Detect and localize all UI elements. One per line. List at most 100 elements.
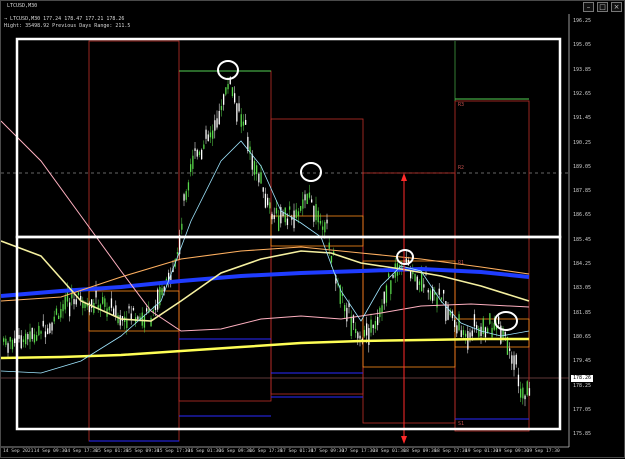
pivot-label: R3 — [458, 102, 465, 108]
candle-body — [416, 276, 418, 290]
candle-body — [205, 129, 207, 139]
candle-body — [520, 388, 522, 398]
candle-body — [390, 280, 392, 295]
candle-body — [460, 330, 462, 337]
price-tick-label: 190.25 — [573, 139, 592, 146]
price-tick-label: 196.25 — [573, 18, 592, 24]
candle-body — [308, 192, 311, 198]
candle-body — [33, 334, 36, 343]
candle-body — [317, 210, 319, 223]
candle-body — [429, 290, 432, 300]
candle-body — [207, 134, 209, 142]
candle-body — [146, 308, 148, 312]
price-tick-label: 175.85 — [573, 431, 592, 438]
time-tick-label: 18 Sep 09:30 — [403, 449, 437, 454]
candle-body — [3, 338, 5, 342]
upper-range-rectangle[interactable] — [15, 37, 562, 239]
candle-body — [137, 316, 139, 320]
candle-body — [414, 273, 416, 282]
candle-body — [51, 322, 53, 331]
candle-body — [267, 197, 269, 206]
candle-body — [93, 302, 95, 313]
candle-body — [478, 328, 480, 337]
candle-body — [216, 118, 218, 128]
candle-body — [236, 103, 238, 122]
candle-body — [297, 211, 300, 217]
candle-body — [198, 151, 201, 156]
candle-body — [7, 343, 9, 353]
time-tick-label: 19 Sep 09:30 — [495, 449, 529, 454]
candle-body — [359, 335, 361, 339]
candle-body — [75, 299, 77, 305]
price-tick-label: 185.45 — [573, 236, 592, 243]
candle-body — [62, 304, 64, 312]
candle-body — [284, 207, 286, 223]
candle-body — [185, 191, 187, 200]
candle-body — [53, 316, 55, 322]
candle-body — [214, 120, 216, 131]
candle-body — [110, 298, 113, 308]
current-price-tag: 178.26 — [571, 375, 593, 382]
price-chart[interactable] — [1, 1, 625, 459]
candle-body — [18, 335, 20, 339]
candle-body — [113, 308, 115, 316]
price-tick-label: 177.05 — [573, 406, 592, 413]
peak-circle[interactable] — [217, 60, 239, 80]
candle-body — [157, 289, 159, 310]
candle-body — [225, 87, 227, 95]
candle-body — [201, 149, 203, 160]
candle-body — [231, 87, 234, 97]
candle-body — [436, 297, 438, 308]
candle-body — [509, 348, 511, 351]
candle-body — [491, 327, 493, 338]
candle-body — [44, 331, 47, 338]
candle-body — [357, 332, 359, 339]
time-tick-label: 17 Sep 09:30 — [311, 449, 345, 454]
candle-body — [212, 130, 214, 139]
candle-body — [447, 304, 449, 320]
candle-body — [388, 273, 390, 277]
candle-body — [528, 388, 531, 396]
time-tick-label: 19 Sep 17:30 — [526, 449, 560, 454]
candle-body — [181, 223, 183, 230]
candle-body — [374, 321, 377, 329]
candle-body — [64, 296, 66, 310]
candle-body — [119, 315, 121, 326]
candle-body — [108, 306, 110, 311]
candle-body — [330, 255, 333, 263]
ma-yellow-line — [1, 337, 529, 360]
candle-body — [363, 329, 366, 337]
candle-body — [69, 302, 71, 317]
candle-body — [511, 355, 513, 364]
chart-window[interactable]: LTCUSD,M30 – □ × → LTCUSD,M30 177.24 178… — [0, 0, 625, 458]
candle-body — [143, 315, 146, 328]
candle-body — [203, 144, 205, 149]
candle-body — [60, 309, 62, 318]
candle-body — [275, 208, 278, 214]
daily-range-box — [270, 118, 364, 395]
time-tick-label: 19 Sep 01:30 — [465, 449, 499, 454]
candle-body — [141, 312, 143, 326]
candle-body — [498, 316, 500, 324]
candle-body — [264, 193, 267, 208]
candle-body — [49, 323, 51, 333]
candle-body — [295, 209, 297, 219]
price-tick-label: 180.65 — [573, 333, 592, 340]
candle-body — [269, 202, 271, 209]
time-tick-label: 14 Sep 2021 — [3, 449, 34, 454]
candle-body — [29, 331, 31, 342]
pivot-label: R2 — [458, 165, 465, 171]
candle-body — [42, 320, 44, 327]
price-tick-label: 189.05 — [573, 163, 592, 170]
time-tick-label: 15 Sep 01:30 — [95, 449, 129, 454]
candle-body — [456, 325, 458, 334]
candle-body — [102, 297, 104, 304]
peak-circle[interactable] — [300, 162, 322, 182]
candle-body — [223, 94, 225, 105]
candle-body — [383, 291, 385, 304]
price-tick-label: 179.45 — [573, 358, 592, 365]
info-readout: Hight: 35498.92 Previous Days Range: 211… — [4, 23, 131, 29]
candle-body — [513, 355, 515, 370]
candle-body — [322, 226, 324, 230]
price-tick-label: 192.65 — [573, 90, 592, 97]
